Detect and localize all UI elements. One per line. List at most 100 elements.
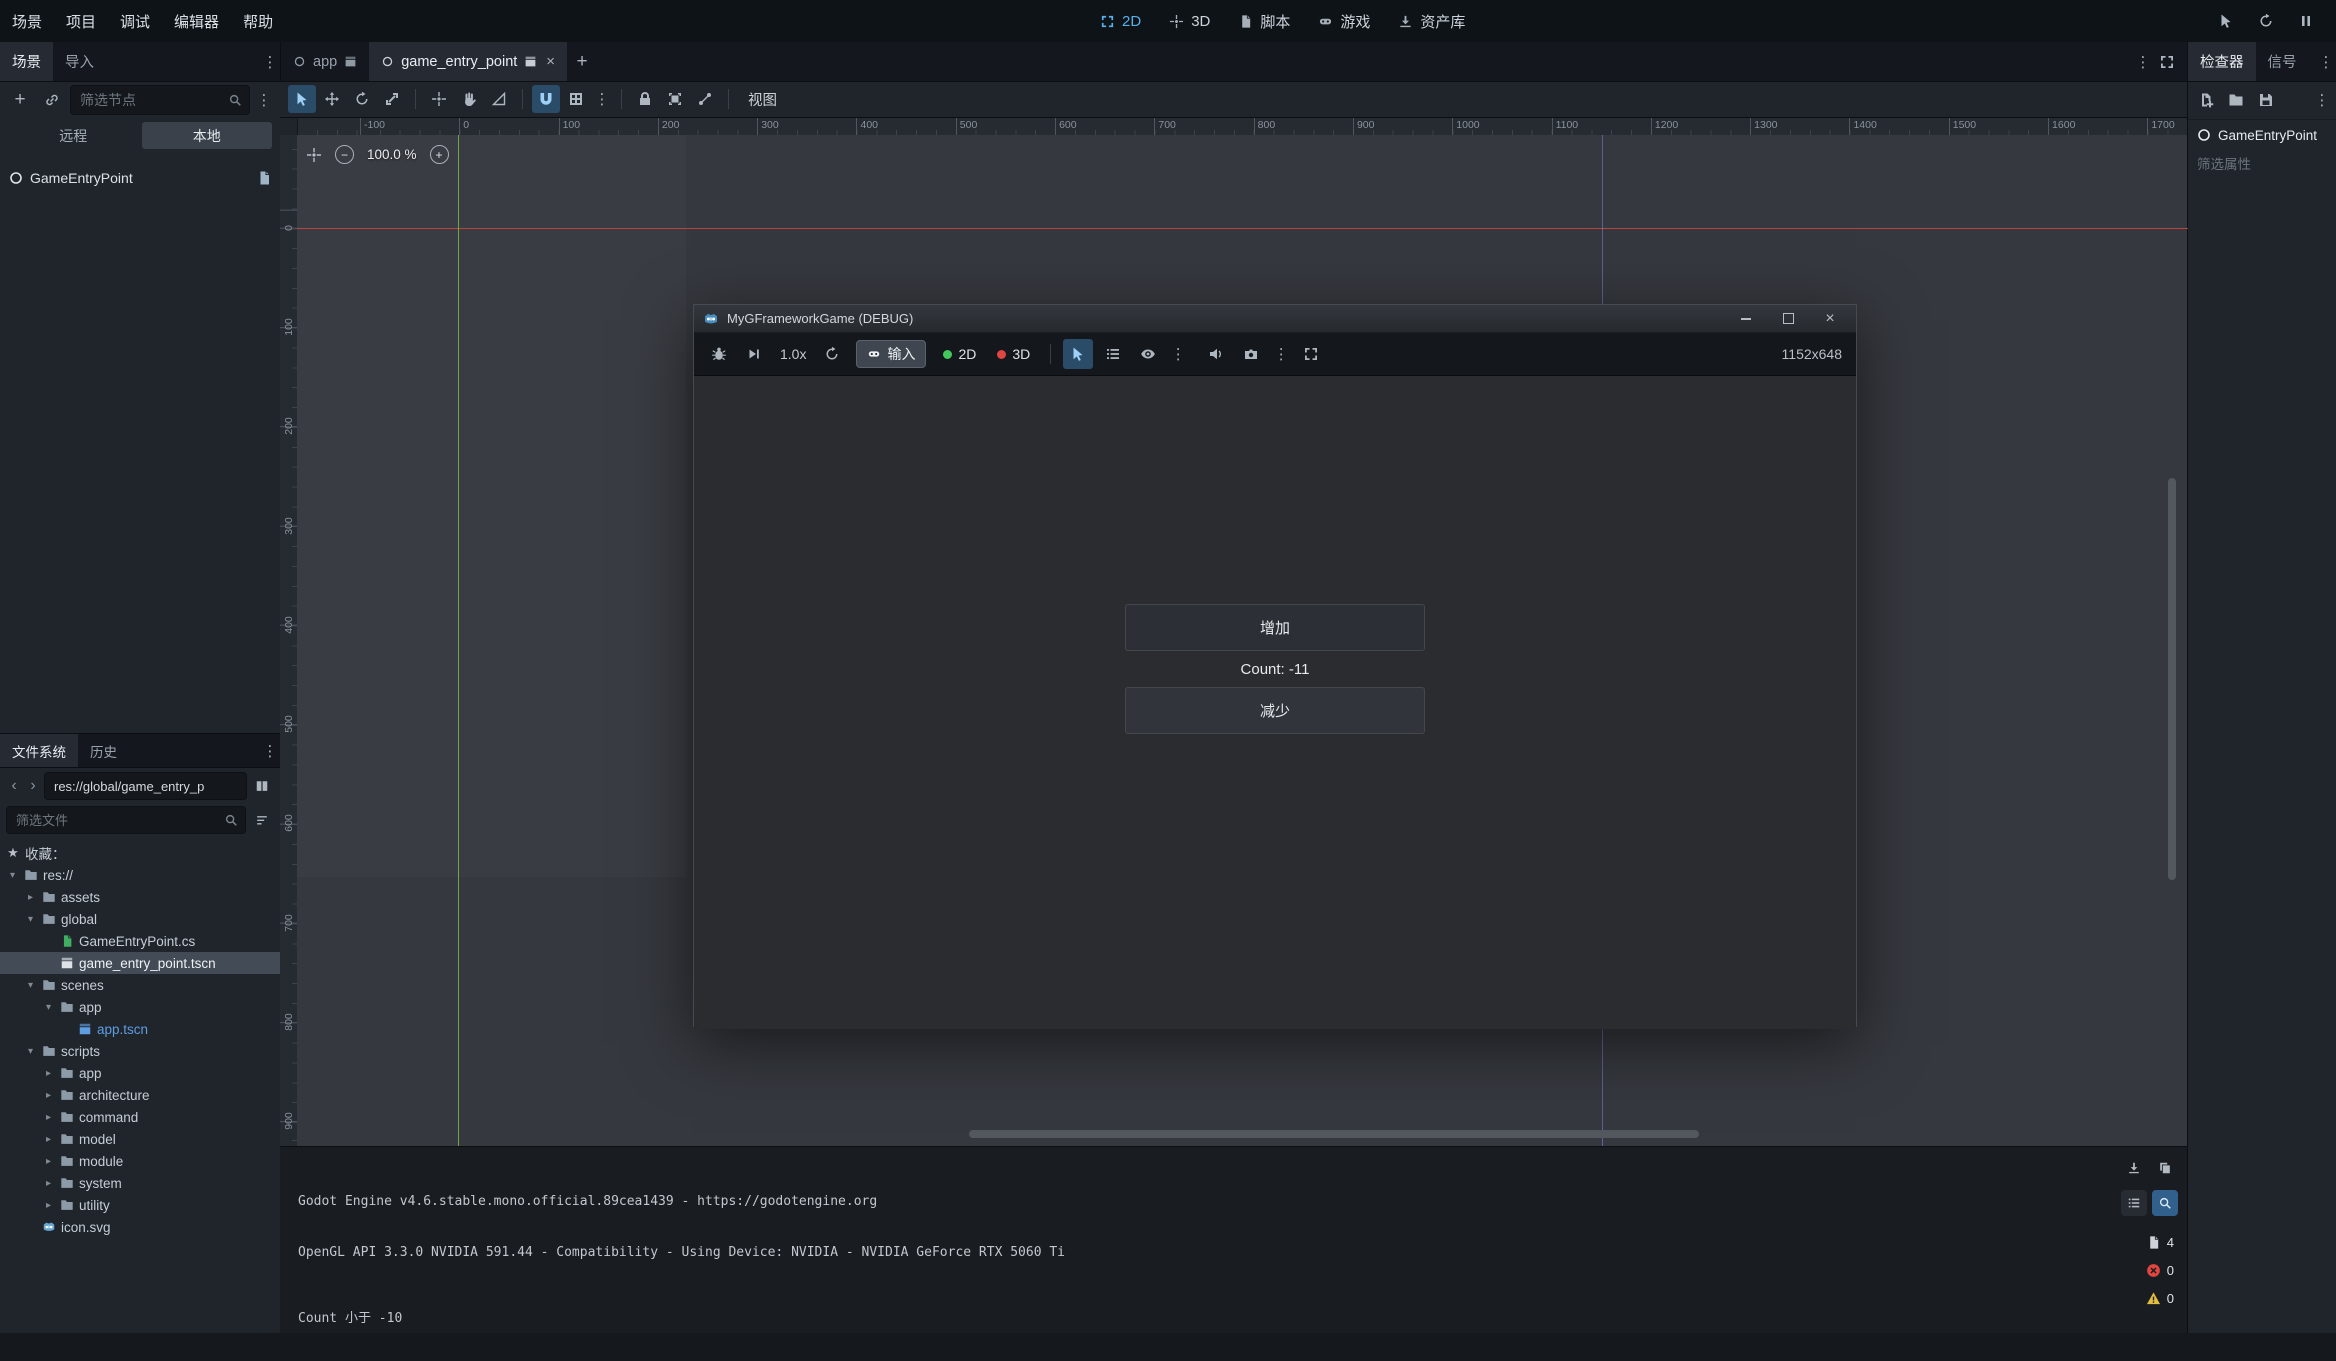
favorites-row[interactable]: ★ 收藏： [0,842,280,864]
expand-icon[interactable]: ▸ [42,1156,55,1167]
smart-snap-icon[interactable] [532,85,560,113]
next-frame-icon[interactable] [739,339,769,369]
tree-row-scenes-app[interactable]: ▾ app [0,996,280,1018]
embed-fullscreen-icon[interactable] [1296,339,1326,369]
rotate-tool-icon[interactable] [348,85,376,113]
collapse-icon[interactable]: ▾ [42,1002,55,1013]
workspace-assetlib[interactable]: 资产库 [1398,11,1465,32]
tree-row-model[interactable]: ▸ model [0,1128,280,1150]
close-icon[interactable]: × [1813,306,1847,332]
new-scene-tab-button[interactable]: + [567,42,597,81]
restart-icon[interactable] [2252,7,2280,35]
tree-row-res-root[interactable]: ▾ res:// [0,864,280,886]
tree-row-gameentrypoint-cs[interactable]: GameEntryPoint.cs [0,930,280,952]
filter-properties-label[interactable]: 筛选属性 [2188,150,2336,176]
expand-icon[interactable]: ▸ [42,1112,55,1123]
expand-icon[interactable]: ▸ [42,1178,55,1189]
visibility-mode-icon[interactable] [1133,339,1163,369]
camera-2d-toggle[interactable]: 2D [935,346,984,362]
ruler-tool-icon[interactable] [485,85,513,113]
game-window[interactable]: MyGFrameworkGame (DEBUG) × 1.0x 输入 2D 3D… [693,304,1857,1027]
filter-files-input[interactable] [14,812,218,829]
tree-row-game-entry-point-tscn[interactable]: game_entry_point.tscn [0,952,280,974]
expand-icon[interactable]: ▸ [42,1200,55,1211]
instantiate-scene-icon[interactable] [38,86,66,114]
scene-tree-root-node[interactable]: GameEntryPoint [0,163,280,193]
workspace-game[interactable]: 游戏 [1318,11,1370,32]
expand-icon[interactable]: ▸ [42,1068,55,1079]
tab-filesystem[interactable]: 文件系统 [0,734,78,767]
nav-forward-icon[interactable]: › [25,774,41,798]
horizontal-scrollbar[interactable] [969,1130,1699,1138]
filter-nodes-input[interactable] [78,91,222,109]
left-dock-menu-icon[interactable]: ⋮ [260,53,280,71]
select-options-icon[interactable]: ⋮ [1168,345,1188,363]
select-mode-icon[interactable] [1063,339,1093,369]
game-window-titlebar[interactable]: MyGFrameworkGame (DEBUG) × [694,305,1856,333]
search-output-icon[interactable] [2152,1190,2178,1216]
collapse-icon[interactable]: ▾ [24,980,37,991]
load-resource-icon[interactable] [2222,86,2250,114]
camera-options-icon[interactable]: ⋮ [1271,345,1291,363]
current-path-input[interactable] [52,778,239,795]
save-output-icon[interactable] [2121,1155,2147,1181]
close-tab-icon[interactable]: × [546,53,555,70]
camera-override-icon[interactable] [1236,339,1266,369]
tree-row-module[interactable]: ▸ module [0,1150,280,1172]
tab-inspector[interactable]: 检查器 [2188,42,2256,81]
collapse-icon[interactable]: ▾ [24,914,37,925]
node-list-mode-icon[interactable] [1098,339,1128,369]
reset-speed-icon[interactable] [817,339,847,369]
increase-button[interactable]: 增加 [1125,604,1425,651]
inspector-menu-icon[interactable]: ⋮ [2312,91,2332,109]
scene-tab-app[interactable]: app [281,42,369,81]
scene-tabs-menu-icon[interactable]: ⋮ [2133,53,2153,71]
workspace-script[interactable]: 脚本 [1238,11,1290,32]
group-node-icon[interactable] [661,85,689,113]
tab-history[interactable]: 历史 [78,734,129,767]
debug-menu-icon[interactable] [704,339,734,369]
tree-row-scripts-app[interactable]: ▸ app [0,1062,280,1084]
right-dock-menu-icon[interactable]: ⋮ [2316,53,2336,71]
tree-row-scripts[interactable]: ▾ scripts [0,1040,280,1062]
distraction-free-icon[interactable] [2153,48,2181,76]
expand-icon[interactable]: ▸ [42,1090,55,1101]
view-menu[interactable]: 视图 [738,89,787,110]
menu-editor[interactable]: 编辑器 [162,0,231,42]
tree-row-assets[interactable]: ▸ assets [0,886,280,908]
nav-back-icon[interactable]: ‹ [6,774,22,798]
attached-script-icon[interactable] [256,170,272,186]
split-view-icon[interactable] [250,772,274,800]
select-tool-icon[interactable] [288,85,316,113]
vertical-scrollbar[interactable] [2168,478,2176,880]
debugger-badge[interactable]: 4 [2142,1233,2178,1252]
collapse-icon[interactable]: ▾ [6,870,19,881]
copy-output-icon[interactable] [2152,1155,2178,1181]
zoom-level[interactable]: 100.0 % [367,147,417,162]
tab-import-dock[interactable]: 导入 [53,42,106,81]
error-count-badge[interactable]: 0 [2142,1261,2178,1280]
scale-tool-icon[interactable] [378,85,406,113]
center-view-icon[interactable] [306,147,322,163]
pan-tool-icon[interactable] [455,85,483,113]
maximize-icon[interactable] [1771,306,1805,332]
collapse-icon[interactable]: ▾ [24,1046,37,1057]
save-resource-icon[interactable] [2252,86,2280,114]
tree-row-architecture[interactable]: ▸ architecture [0,1084,280,1106]
decrease-button[interactable]: 减少 [1125,687,1425,734]
minimize-icon[interactable] [1729,306,1763,332]
expand-icon[interactable]: ▸ [42,1134,55,1145]
zoom-out-button[interactable]: − [335,145,354,164]
menu-debug[interactable]: 调试 [108,0,162,42]
pivot-tool-icon[interactable] [425,85,453,113]
tree-row-command[interactable]: ▸ command [0,1106,280,1128]
zoom-in-button[interactable]: + [430,145,449,164]
workspace-3d[interactable]: 3D [1169,13,1210,30]
scene-tab-game-entry-point[interactable]: game_entry_point × [369,42,567,81]
camera-3d-toggle[interactable]: 3D [989,346,1038,362]
menu-help[interactable]: 帮助 [231,0,285,42]
grid-snap-icon[interactable] [562,85,590,113]
tab-scene-dock[interactable]: 场景 [0,42,53,81]
workspace-2d[interactable]: 2D [1100,13,1141,30]
menu-project[interactable]: 项目 [54,0,108,42]
